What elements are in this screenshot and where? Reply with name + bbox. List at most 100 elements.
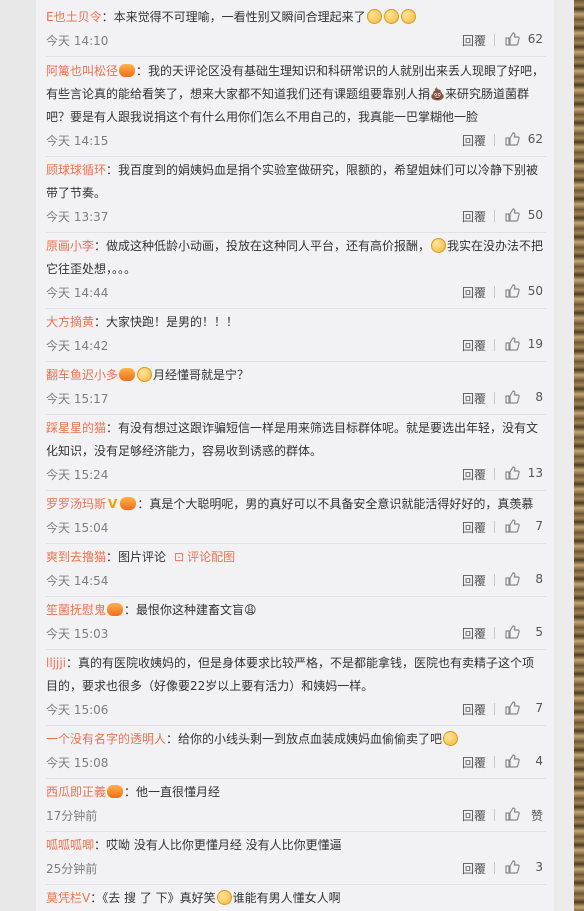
comment-username[interactable]: 罗罗汤玛斯 bbox=[46, 497, 106, 511]
comment-username[interactable]: lljjji bbox=[46, 656, 66, 670]
like-count: 8 bbox=[535, 572, 543, 586]
comment-username[interactable]: 一个没有名字的透明人 bbox=[46, 732, 166, 746]
divider bbox=[494, 34, 495, 46]
reply-button[interactable]: 回覆 bbox=[462, 519, 486, 536]
like-icon[interactable] bbox=[504, 700, 520, 719]
emoji-icon bbox=[383, 9, 399, 24]
comment-time: 今天 15:06 bbox=[46, 703, 109, 717]
comment-time: 今天 13:37 bbox=[46, 210, 109, 224]
like-icon[interactable] bbox=[504, 283, 520, 302]
divider bbox=[494, 286, 495, 298]
divider bbox=[494, 468, 495, 480]
reply-button[interactable]: 回覆 bbox=[462, 284, 486, 301]
comment-username[interactable]: 踩星星的猫 bbox=[46, 421, 106, 435]
comment-time: 25分钟前 bbox=[46, 862, 98, 876]
comment-username[interactable]: E也土贝令 bbox=[46, 10, 102, 24]
reply-button[interactable]: 回覆 bbox=[462, 132, 486, 149]
like-count: 赞 bbox=[530, 809, 543, 823]
comment-time: 今天 14:42 bbox=[46, 339, 109, 353]
like-icon[interactable] bbox=[504, 207, 520, 226]
left-background bbox=[0, 0, 36, 911]
reply-button[interactable]: 回覆 bbox=[462, 466, 486, 483]
comment-body-continued: 谁能有男人懂女人啊 bbox=[232, 891, 341, 905]
comment-username[interactable]: 呱呱呱唧 bbox=[46, 838, 94, 852]
like-icon[interactable] bbox=[504, 31, 520, 50]
comment-text: lljjji：真的有医院收姨妈的，但是身体要求比较严格，不是都能拿钱，医院也有卖… bbox=[46, 652, 546, 698]
like-count: 4 bbox=[535, 754, 543, 768]
comment-item: 莫凭栏V：《去 搜 了 下》真好笑 谁能有男人懂女人啊 bbox=[46, 887, 546, 910]
like-icon[interactable] bbox=[504, 336, 520, 355]
comment-body: ：真的有医院收姨妈的，但是身体要求比较严格，不是都能拿钱，医院也有卖精子这个项目… bbox=[46, 656, 535, 693]
member-badge-icon bbox=[107, 603, 124, 616]
emoji-icon bbox=[366, 9, 382, 24]
like-count: 8 bbox=[535, 390, 543, 404]
comment-text: 莫凭栏V：《去 搜 了 下》真好笑 谁能有男人懂女人啊 bbox=[46, 887, 546, 910]
comment-time: 今天 14:10 bbox=[46, 34, 109, 48]
comment-meta: 今天 15:17 回覆 8 bbox=[46, 388, 546, 408]
emoji-icon bbox=[431, 238, 447, 253]
comment-time: 今天 14:15 bbox=[46, 134, 109, 148]
right-gutter bbox=[554, 0, 574, 911]
comment-text: 顾球球循环：我百度到的娟姨妈血是捐个实验室做研究，限额的，希望姐妹们可以冷静下别… bbox=[46, 159, 546, 205]
like-icon[interactable] bbox=[504, 806, 520, 825]
comment-meta: 今天 15:08 回覆 4 bbox=[46, 752, 546, 772]
comment-username[interactable]: 翻车鱼迟小多 bbox=[46, 368, 118, 382]
comment-time: 今天 15:08 bbox=[46, 756, 109, 770]
comment-username[interactable]: 阿篱也叫松径 bbox=[46, 64, 118, 78]
comment-time: 今天 15:24 bbox=[46, 468, 109, 482]
like-count: 62 bbox=[527, 132, 543, 146]
comment-username[interactable]: 爽到去撸猫 bbox=[46, 550, 106, 564]
comment-meta: 今天 15:06 回覆 7 bbox=[46, 699, 546, 719]
like-icon[interactable] bbox=[504, 624, 520, 643]
divider bbox=[494, 574, 495, 586]
comment-item: 一个没有名字的透明人：给你的小线头剩一到放点血装成姨妈血偷偷卖了吧 今天 15:0… bbox=[46, 728, 546, 779]
comment-text: 罗罗汤玛斯 V ：真是个大聪明呢，男的真好可以不具备安全意识就能活得好好的，真羡慕 bbox=[46, 493, 546, 516]
emoji-icon bbox=[443, 731, 459, 746]
comment-item: 顾球球循环：我百度到的娟姨妈血是捐个实验室做研究，限额的，希望姐妹们可以冷静下别… bbox=[46, 159, 546, 233]
like-icon[interactable] bbox=[504, 518, 520, 537]
comment-text: 呱呱呱唧：哎呦 没有人比你更懂月经 没有人比你更懂逼 bbox=[46, 834, 546, 857]
comment-item: 呱呱呱唧：哎呦 没有人比你更懂月经 没有人比你更懂逼 25分钟前 回覆 3 bbox=[46, 834, 546, 885]
comment-body: ：本来觉得不可理喻，一看性别又瞬间合理起来了 bbox=[101, 10, 366, 24]
like-count: 13 bbox=[527, 466, 543, 480]
reply-button[interactable]: 回覆 bbox=[462, 390, 486, 407]
like-count: 7 bbox=[535, 519, 543, 533]
comment-time: 今天 15:04 bbox=[46, 521, 109, 535]
comment-text: E也土贝令：本来觉得不可理喻，一看性别又瞬间合理起来了 bbox=[46, 6, 546, 29]
like-count: 50 bbox=[527, 208, 543, 222]
comment-item: 原画小李：做成这种低龄小动画，投放在这种同人平台，还有高价报酬， 我实在没办法不把… bbox=[46, 235, 546, 309]
comment-meta: 今天 14:10 回覆 62 bbox=[46, 30, 546, 50]
like-icon[interactable] bbox=[504, 465, 520, 484]
like-icon[interactable] bbox=[504, 389, 520, 408]
comment-image-link[interactable]: 评论配图 bbox=[187, 550, 235, 564]
comment-body: ：做成这种低龄小动画，投放在这种同人平台，还有高价报酬， bbox=[94, 239, 431, 253]
reply-button[interactable]: 回覆 bbox=[462, 860, 486, 877]
comment-username[interactable]: 顾球球循环 bbox=[46, 163, 106, 177]
comment-meta: 25分钟前 回覆 3 bbox=[46, 858, 546, 878]
like-icon[interactable] bbox=[504, 571, 520, 590]
comment-username[interactable]: 原画小李 bbox=[46, 239, 94, 253]
comment-username[interactable]: 笙菌抚慰鬼 bbox=[46, 603, 106, 617]
comment-username[interactable]: 莫凭栏V bbox=[46, 891, 90, 905]
comment-username[interactable]: 西瓜即正義 bbox=[46, 785, 106, 799]
comment-meta: 今天 15:24 回覆 13 bbox=[46, 464, 546, 484]
reply-button[interactable]: 回覆 bbox=[462, 701, 486, 718]
comment-body: ：《去 搜 了 下》真好笑 bbox=[90, 891, 216, 905]
reply-button[interactable]: 回覆 bbox=[462, 337, 486, 354]
comment-username[interactable]: 大方摘黄 bbox=[46, 315, 94, 329]
divider bbox=[494, 134, 495, 146]
comment-text: 阿篱也叫松径 ：我的天评论区没有基础生理知识和科研常识的人就别出来丢人现眼了好吧，… bbox=[46, 60, 546, 129]
reply-button[interactable]: 回覆 bbox=[462, 32, 486, 49]
comment-body: ：最恨你这种建畜文盲😩 bbox=[124, 603, 257, 617]
like-icon[interactable] bbox=[504, 859, 520, 878]
reply-button[interactable]: 回覆 bbox=[462, 208, 486, 225]
like-icon[interactable] bbox=[504, 131, 520, 150]
comment-text: 笙菌抚慰鬼 ：最恨你这种建畜文盲😩 bbox=[46, 599, 546, 622]
member-badge-icon bbox=[107, 785, 124, 798]
reply-button[interactable]: 回覆 bbox=[462, 572, 486, 589]
reply-button[interactable]: 回覆 bbox=[462, 625, 486, 642]
reply-button[interactable]: 回覆 bbox=[462, 754, 486, 771]
like-icon[interactable] bbox=[504, 753, 520, 772]
reply-button[interactable]: 回覆 bbox=[462, 807, 486, 824]
comment-body: ：有没有想过这跟诈骗短信一样是用来筛选目标群体呢。就是要选出年轻，没有文化知识，… bbox=[46, 421, 539, 458]
